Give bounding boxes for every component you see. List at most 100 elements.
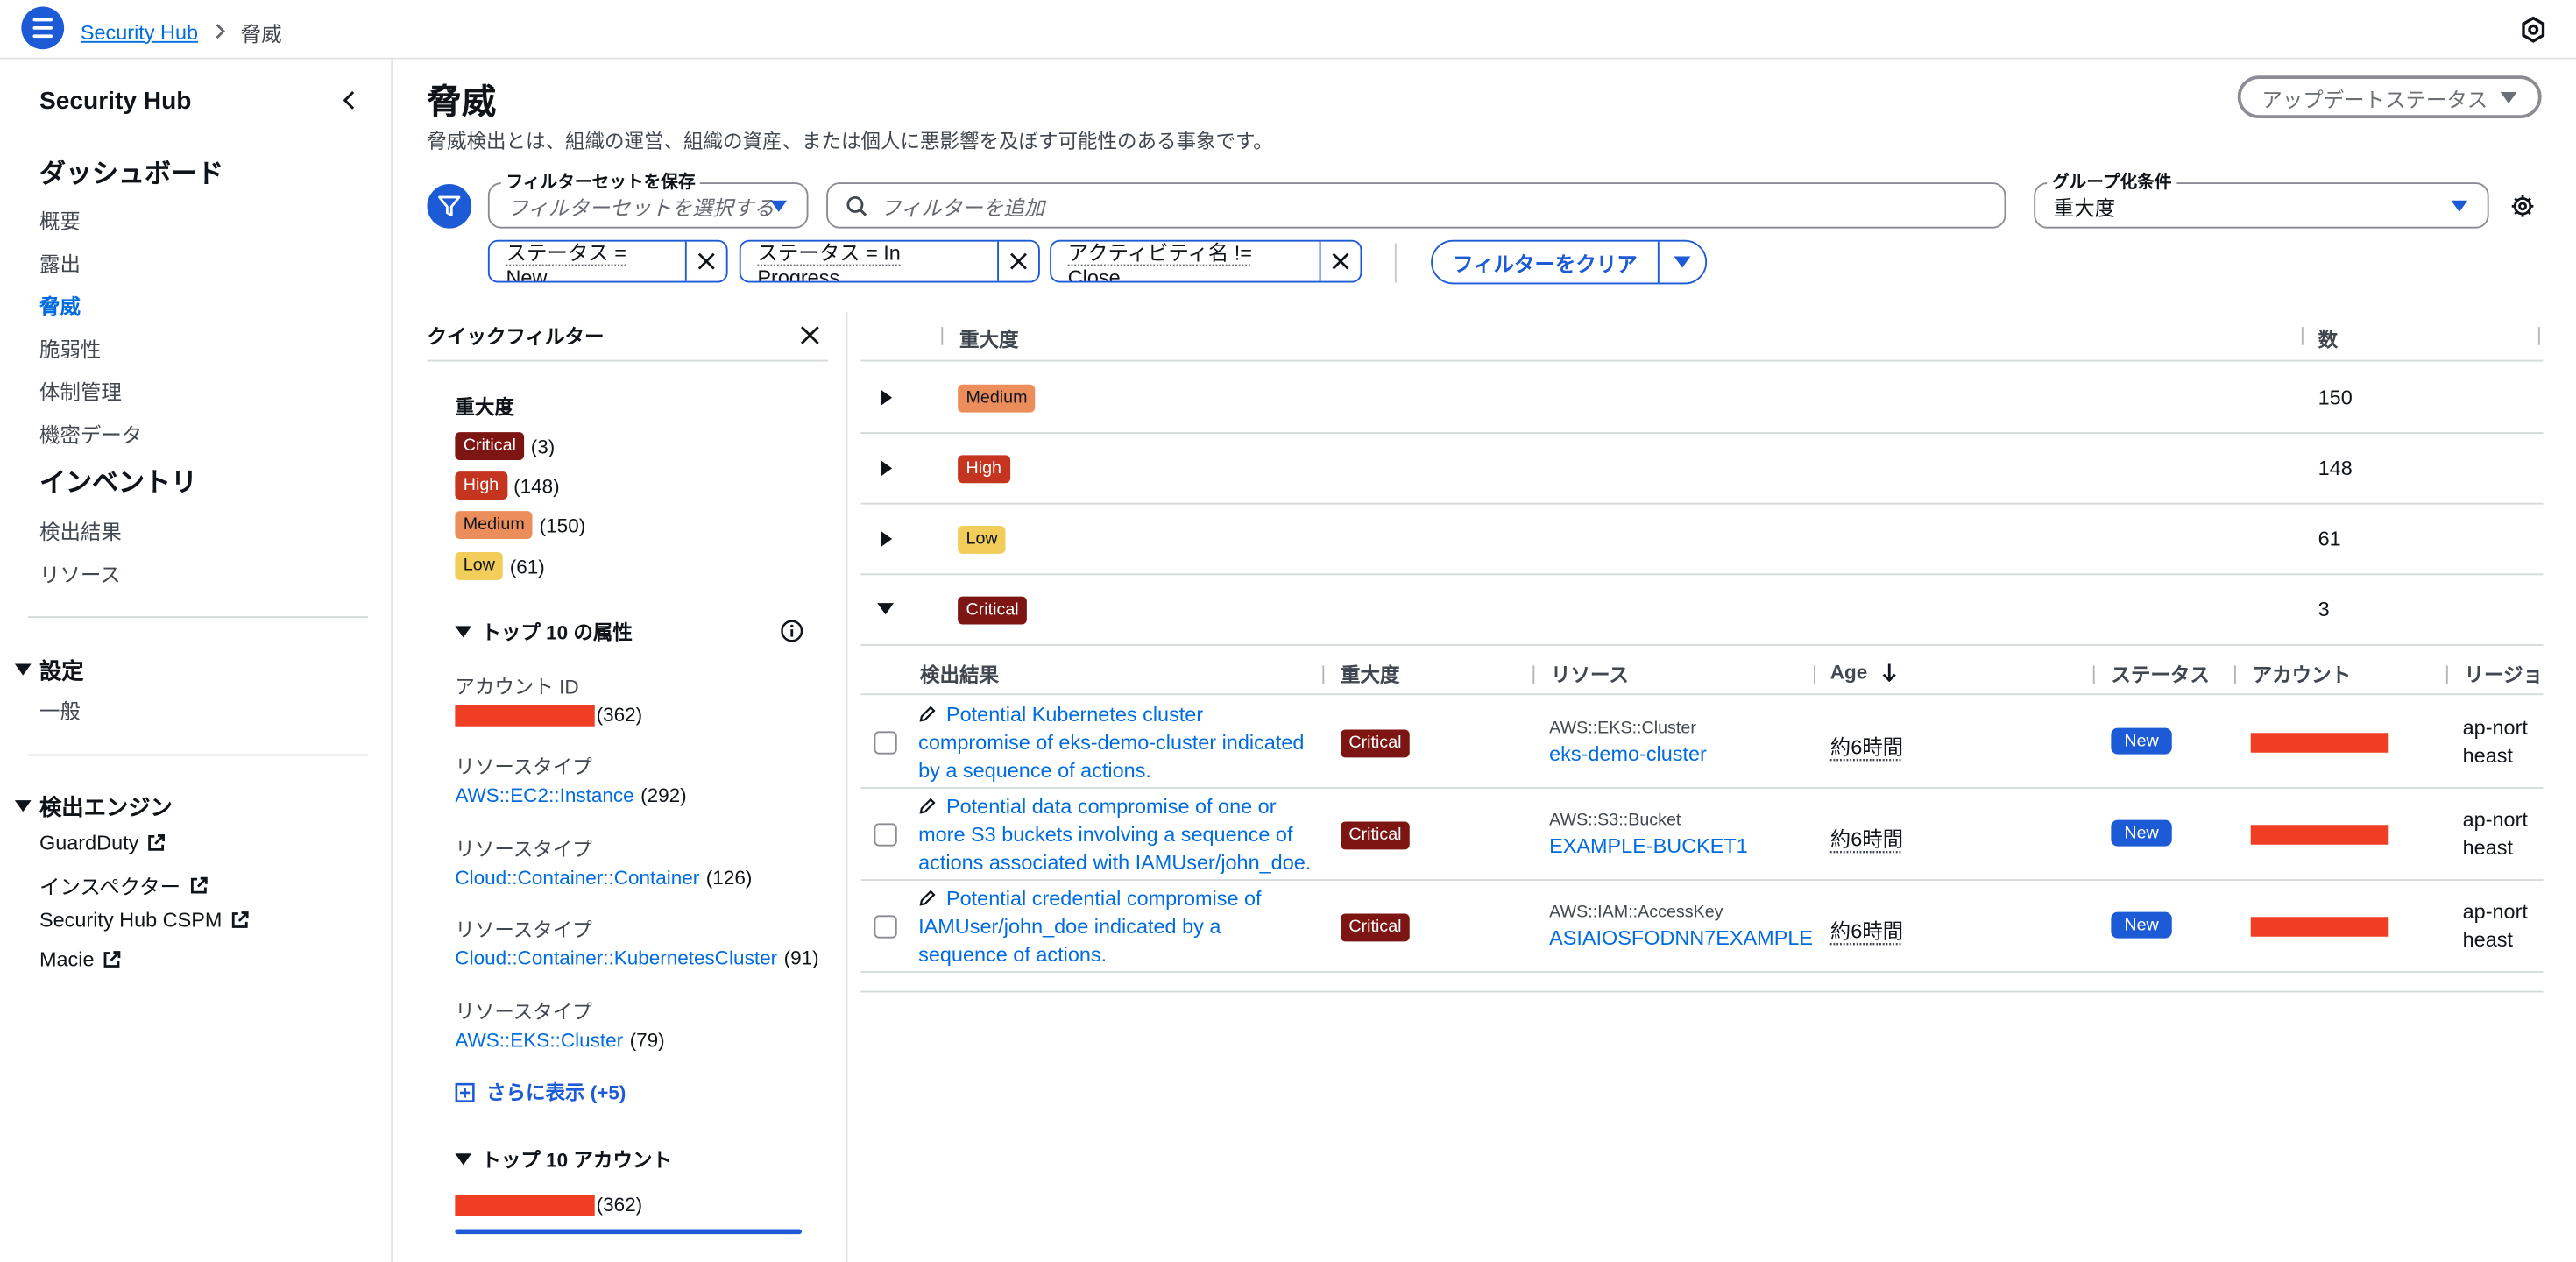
column-header-finding[interactable]: 検出結果 <box>920 661 999 689</box>
sidebar-section-settings[interactable]: 設定 <box>14 652 84 685</box>
row-checkbox[interactable] <box>874 915 897 939</box>
sidebar-section-engines[interactable]: 検出エンジン <box>14 789 173 822</box>
column-header-age[interactable]: Age <box>1830 661 1897 684</box>
sidebar-item-macie[interactable]: Macie <box>39 948 122 971</box>
sidebar-item-sensitive-data[interactable]: 機密データ <box>39 417 142 449</box>
finding-title[interactable]: Potential Kubernetes cluster compromise … <box>918 702 1313 786</box>
sidebar-item-findings[interactable]: 検出結果 <box>39 514 122 546</box>
sidebar-item-posture[interactable]: 体制管理 <box>39 375 122 407</box>
filter-token-label[interactable]: アクティビティ名 != Close <box>1051 241 1321 281</box>
severity-badge: Critical <box>1341 821 1410 850</box>
quick-filter-severity-critical[interactable]: Critical (3) <box>455 432 555 460</box>
attribute-link[interactable]: AWS::EKS::Cluster <box>455 1029 623 1052</box>
divider <box>1394 243 1397 283</box>
breadcrumb-security-hub[interactable]: Security Hub <box>81 20 198 43</box>
finding-title[interactable]: Potential data compromise of one or more… <box>918 794 1313 878</box>
sidebar-item-label: インスペクター <box>39 876 181 899</box>
severity-badge: High <box>958 455 1010 484</box>
filter-token-label[interactable]: ステータス = In Progress <box>741 241 999 281</box>
severity-badge: Critical <box>455 432 525 460</box>
caret-down-icon <box>455 626 472 638</box>
filter-token-label[interactable]: ステータス = New <box>490 241 687 281</box>
close-icon[interactable] <box>1320 242 1360 281</box>
close-icon[interactable] <box>800 325 820 345</box>
column-divider <box>2537 327 2540 345</box>
expand-caret-icon[interactable] <box>881 460 893 477</box>
external-link-icon <box>104 951 121 968</box>
resource-link[interactable]: ASIAIOSFODNN7EXAMPLE <box>1549 927 1813 950</box>
show-more-button[interactable]: さらに表示 (+5) <box>455 1078 626 1106</box>
attribute-link[interactable]: AWS::EC2::Instance <box>455 783 633 806</box>
filter-icon[interactable] <box>427 184 472 229</box>
finding-age: 約6時間 <box>1829 920 1904 944</box>
attribute-value-account[interactable]: (362) <box>455 704 642 727</box>
column-header-account[interactable]: アカウント <box>2253 661 2352 689</box>
sidebar-item-threats[interactable]: 脅威 <box>39 289 81 321</box>
sidebar-item-security-hub-cspm[interactable]: Security Hub CSPM <box>39 909 250 932</box>
severity-count: (3) <box>530 434 556 458</box>
table-row: Potential Kubernetes cluster compromise … <box>860 697 2544 789</box>
attribute-count: (362) <box>596 1193 643 1216</box>
filter-token-status-in-progress: ステータス = In Progress <box>739 239 1040 283</box>
sidebar-item-resources[interactable]: リソース <box>39 557 121 589</box>
attribute-link[interactable]: Cloud::Container::KubernetesCluster <box>455 946 777 969</box>
update-status-button[interactable]: アップデートステータス <box>2237 75 2542 118</box>
external-link-icon <box>149 834 166 851</box>
sidebar-title[interactable]: Security Hub <box>39 87 191 115</box>
top-navigation: Security Hub 脅威 <box>0 0 2576 60</box>
quick-filter-severity-low[interactable]: Low (61) <box>455 552 545 580</box>
gear-icon[interactable] <box>2510 194 2535 218</box>
top-attributes-toggle[interactable]: トップ 10 の属性 <box>455 618 633 646</box>
caret-down-icon[interactable] <box>1660 242 1706 283</box>
group-row-low[interactable]: Low 61 <box>860 505 2544 576</box>
row-checkbox[interactable] <box>874 823 897 847</box>
quick-filters-title: クイックフィルター <box>427 325 605 349</box>
table-bottom-border <box>860 990 2544 993</box>
quick-filter-severity-medium[interactable]: Medium (150) <box>455 511 585 539</box>
column-header-resource[interactable]: リソース <box>1551 661 1629 689</box>
attribute-value: Cloud::Container::Container (126) <box>455 866 752 889</box>
row-checkbox[interactable] <box>874 731 897 755</box>
group-count: 148 <box>2318 457 2353 480</box>
attribute-label: アカウント ID <box>455 675 579 698</box>
top-accounts-toggle[interactable]: トップ 10 アカウント <box>455 1145 672 1173</box>
top-account-value[interactable]: (362) <box>455 1193 642 1216</box>
close-icon[interactable] <box>999 242 1038 281</box>
region: ap-northeast <box>2462 716 2528 768</box>
resource-link[interactable]: eks-demo-cluster <box>1549 743 1707 766</box>
table-row: Potential credential compromise of IAMUs… <box>860 881 2544 973</box>
group-row-critical[interactable]: Critical 3 <box>860 575 2544 646</box>
edit-icon <box>919 890 936 906</box>
settings-icon[interactable] <box>2520 16 2546 43</box>
column-header-region[interactable]: リージョ <box>2465 661 2544 689</box>
column-header-severity[interactable]: 重大度 <box>1341 661 1400 689</box>
filter-search-input[interactable]: フィルターを追加 <box>826 182 2006 229</box>
group-row-medium[interactable]: Medium 150 <box>860 363 2544 434</box>
collapse-caret-icon[interactable] <box>877 603 894 615</box>
attribute-link[interactable]: Cloud::Container::Container <box>455 866 699 889</box>
expand-caret-icon[interactable] <box>881 530 893 548</box>
expand-caret-icon[interactable] <box>881 389 893 407</box>
clear-filters-label[interactable]: フィルターをクリア <box>1433 241 1660 283</box>
group-row-high[interactable]: High 148 <box>860 434 2544 505</box>
column-header-count[interactable]: 数 <box>2318 325 2339 353</box>
finding-age: 約6時間 <box>1829 736 1904 760</box>
sidebar-item-exposure[interactable]: 露出 <box>39 246 81 278</box>
chevron-left-icon[interactable] <box>338 89 361 111</box>
sidebar-item-vulnerabilities[interactable]: 脆弱性 <box>39 332 101 364</box>
quick-filter-severity-high[interactable]: High (148) <box>455 471 560 500</box>
attribute-value: AWS::EKS::Cluster (79) <box>455 1029 664 1052</box>
sidebar-item-overview[interactable]: 概要 <box>39 204 81 236</box>
info-icon[interactable] <box>781 620 803 642</box>
menu-icon[interactable] <box>21 6 65 50</box>
sidebar-item-general[interactable]: 一般 <box>39 693 81 725</box>
sidebar-item-guardduty[interactable]: GuardDuty <box>39 832 166 854</box>
resource-link[interactable]: EXAMPLE-BUCKET1 <box>1549 835 1748 858</box>
column-header-status[interactable]: ステータス <box>2111 661 2210 689</box>
sidebar-item-inspector[interactable]: インスペクター <box>39 869 209 901</box>
finding-title[interactable]: Potential credential compromise of IAMUs… <box>918 886 1313 970</box>
column-header-severity[interactable]: 重大度 <box>959 325 1019 353</box>
sort-down-icon <box>1882 663 1896 683</box>
close-icon[interactable] <box>686 242 725 281</box>
attribute-label: リソースタイプ <box>455 918 592 942</box>
